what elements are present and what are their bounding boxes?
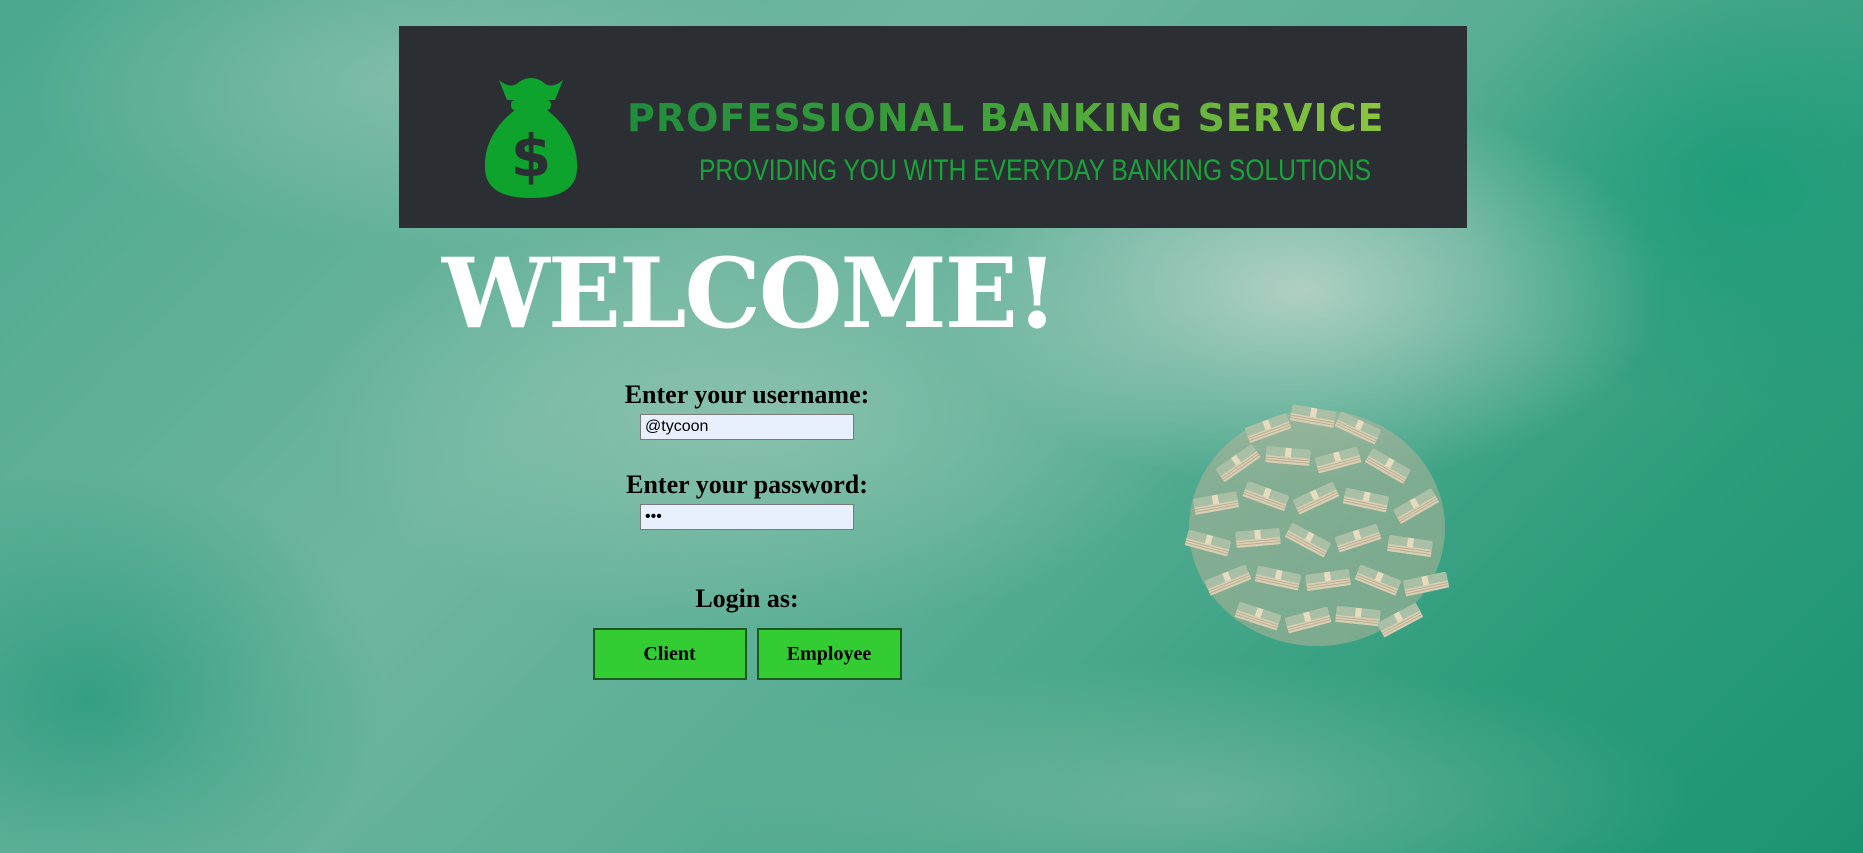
username-input[interactable] [640, 414, 854, 440]
welcome-heading: WELCOME! [442, 237, 1058, 350]
password-label: Enter your password: [626, 470, 868, 499]
login-form: Enter your username: Enter your password… [547, 380, 947, 680]
client-login-button[interactable]: Client [592, 628, 747, 680]
svg-text:$: $ [511, 122, 551, 190]
banner-title: PROFESSIONAL BANKING SERVICES [627, 96, 1413, 140]
money-bag-icon: $ [484, 78, 578, 198]
login-as-label: Login as: [695, 584, 799, 613]
header-banner: $ PROFESSIONAL BANKING SERVICES PROVIDIN… [399, 26, 1467, 228]
money-pile-icon [1184, 403, 1450, 646]
username-label: Enter your username: [624, 380, 870, 409]
username-field-wrapper [547, 414, 947, 440]
password-input[interactable] [640, 504, 854, 530]
employee-login-button[interactable]: Employee [756, 628, 902, 680]
login-buttons: Client Employee [547, 628, 947, 680]
password-field-wrapper [547, 504, 947, 530]
banner-subtitle: PROVIDING YOU WITH EVERYDAY BANKING SOLU… [699, 154, 1372, 187]
